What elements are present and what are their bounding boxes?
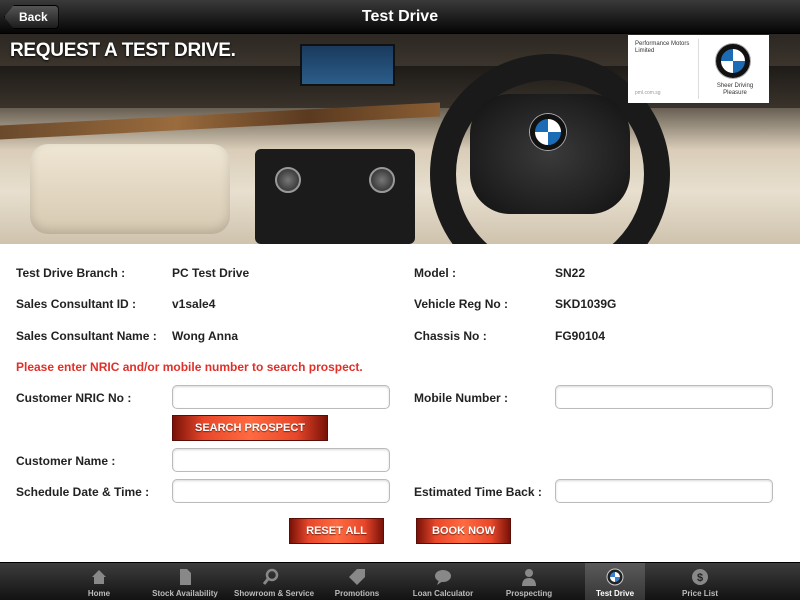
schedule-datetime-input[interactable] bbox=[172, 479, 390, 503]
model-value: SN22 bbox=[555, 266, 586, 280]
tab-price-list[interactable]: $ Price List bbox=[663, 563, 737, 600]
center-console bbox=[255, 149, 415, 244]
page-title: Test Drive bbox=[361, 8, 439, 25]
test-drive-form: Test Drive Branch : PC Test Drive Model … bbox=[0, 244, 800, 562]
tab-label: Price List bbox=[681, 589, 718, 598]
tab-label: Promotions bbox=[334, 589, 380, 598]
schedule-label: Schedule Date & Time : bbox=[16, 485, 150, 499]
consultant-id-value: v1sale4 bbox=[172, 297, 216, 311]
navigation-screen bbox=[300, 44, 395, 86]
tab-home[interactable]: Home bbox=[62, 563, 136, 600]
home-icon bbox=[90, 568, 108, 586]
customer-name-label: Customer Name : bbox=[16, 454, 116, 468]
tab-label: Home bbox=[87, 589, 111, 598]
tab-label: Loan Calculator bbox=[412, 589, 474, 598]
divider bbox=[698, 39, 699, 99]
banner-title: REQUEST A TEST DRIVE. bbox=[10, 40, 236, 61]
mobile-label: Mobile Number : bbox=[414, 391, 509, 405]
reset-all-button[interactable]: RESET ALL bbox=[289, 518, 384, 544]
brand-tagline: Sheer Driving Pleasure bbox=[716, 83, 754, 96]
mobile-number-input[interactable] bbox=[555, 385, 773, 409]
banner-image: REQUEST A TEST DRIVE. Performance Motors… bbox=[0, 34, 800, 244]
bmw-roundel-icon bbox=[530, 114, 566, 150]
dealer-logo-card: Performance Motors Limited pml.com.sg Sh… bbox=[628, 35, 769, 103]
consultant-name-label: Sales Consultant Name : bbox=[16, 329, 157, 343]
svg-text:$: $ bbox=[697, 572, 703, 584]
tab-loan-calculator[interactable]: Loan Calculator bbox=[406, 563, 480, 600]
tab-showroom-service[interactable]: Showroom & Service bbox=[234, 563, 315, 600]
consultant-id-label: Sales Consultant ID : bbox=[16, 297, 137, 311]
glovebox bbox=[30, 144, 230, 234]
vehicle-reg-value: SKD1039G bbox=[555, 297, 617, 311]
tag-icon bbox=[348, 568, 366, 586]
nric-label: Customer NRIC No : bbox=[16, 391, 132, 405]
wood-trim bbox=[0, 102, 440, 140]
model-label: Model : bbox=[414, 266, 456, 280]
consultant-name-value: Wong Anna bbox=[172, 329, 238, 343]
search-icon bbox=[262, 568, 280, 586]
tab-test-drive[interactable]: Test Drive bbox=[585, 563, 645, 600]
tab-label: Prospecting bbox=[505, 589, 553, 598]
steering-wheel-hub bbox=[470, 94, 630, 214]
bmw-roundel-icon bbox=[606, 568, 624, 586]
top-navigation-bar: Back Test Drive bbox=[0, 0, 800, 34]
tab-prospecting[interactable]: Prospecting bbox=[492, 563, 566, 600]
time-back-input[interactable] bbox=[555, 479, 773, 503]
tab-label: Stock Availability bbox=[152, 589, 218, 598]
bottom-tab-bar: Home Stock Availability Showroom & Servi… bbox=[0, 562, 800, 600]
person-icon bbox=[520, 568, 538, 586]
climate-knob-left bbox=[275, 167, 301, 193]
chat-bubble-icon bbox=[434, 568, 452, 586]
book-now-button[interactable]: BOOK NOW bbox=[416, 518, 511, 544]
app-root: Back Test Drive REQUEST A TEST DRIVE. Pe… bbox=[0, 0, 800, 600]
vehicle-reg-label: Vehicle Reg No : bbox=[414, 297, 509, 311]
tab-label: Test Drive bbox=[595, 589, 635, 598]
dollar-icon: $ bbox=[691, 568, 709, 586]
chassis-label: Chassis No : bbox=[414, 329, 487, 343]
chassis-value: FG90104 bbox=[555, 329, 606, 343]
back-button[interactable]: Back bbox=[4, 5, 59, 29]
tab-label: Showroom & Service bbox=[234, 589, 315, 598]
tab-stock-availability[interactable]: Stock Availability bbox=[148, 563, 222, 600]
dealer-url: pml.com.sg bbox=[635, 90, 661, 96]
time-back-label: Estimated Time Back : bbox=[414, 485, 542, 499]
customer-name-input[interactable] bbox=[172, 448, 390, 472]
branch-label: Test Drive Branch : bbox=[16, 266, 126, 280]
tab-promotions[interactable]: Promotions bbox=[320, 563, 394, 600]
nric-input[interactable] bbox=[172, 385, 390, 409]
branch-value: PC Test Drive bbox=[172, 266, 250, 280]
search-warning-message: Please enter NRIC and/or mobile number t… bbox=[16, 360, 363, 374]
search-prospect-button[interactable]: SEARCH PROSPECT bbox=[172, 415, 328, 441]
bmw-logo-icon bbox=[716, 44, 750, 78]
document-icon bbox=[176, 568, 194, 586]
dealer-name: Performance Motors Limited bbox=[635, 41, 690, 54]
climate-knob-right bbox=[369, 167, 395, 193]
